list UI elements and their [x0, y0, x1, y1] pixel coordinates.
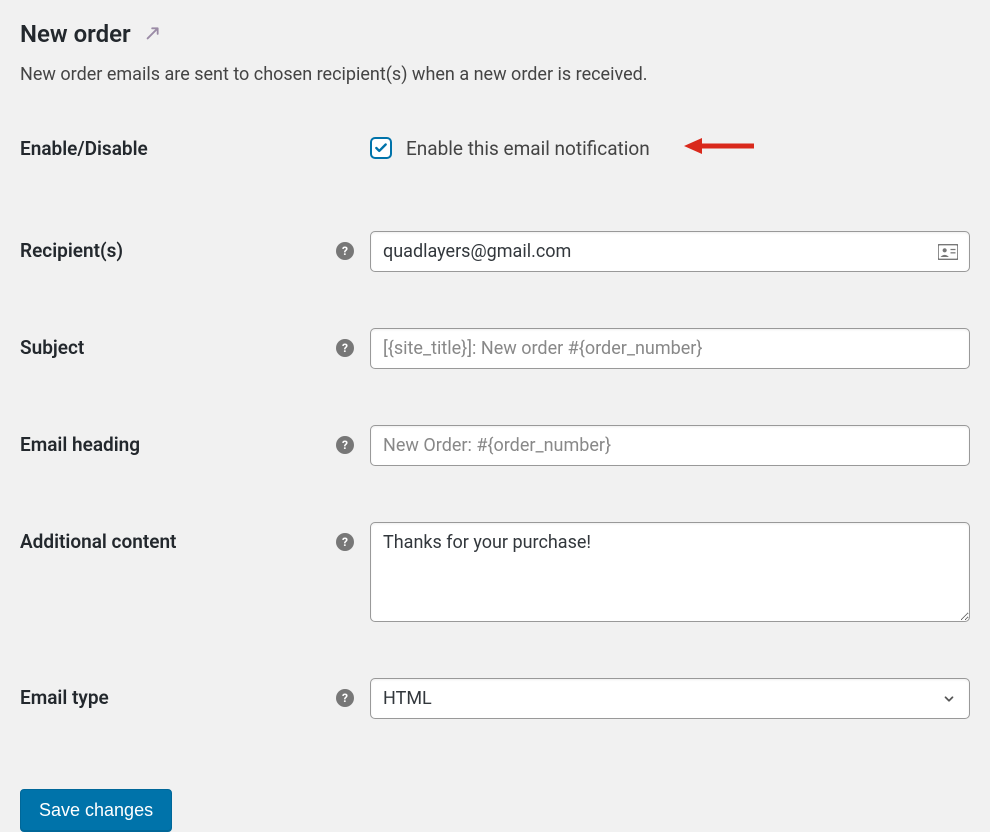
input-cell-additional-content [370, 522, 970, 622]
row-additional-content: Additional content ? [20, 522, 970, 622]
help-icon[interactable]: ? [336, 689, 354, 707]
label-cell-recipients: Recipient(s) ? [20, 231, 370, 262]
subject-input[interactable] [370, 328, 970, 369]
label-cell-enable: Enable/Disable [20, 137, 370, 160]
email-type-select[interactable]: HTML [370, 678, 970, 719]
label-cell-email-heading: Email heading ? [20, 425, 370, 456]
field-label-additional-content: Additional content [20, 530, 336, 553]
field-label-enable: Enable/Disable [20, 137, 370, 160]
title-row: New order [20, 20, 970, 48]
save-button[interactable]: Save changes [20, 789, 172, 832]
row-email-type: Email type ? HTML [20, 678, 970, 719]
field-label-email-type: Email type [20, 686, 336, 709]
row-enable: Enable/Disable Enable this email notific… [20, 135, 970, 161]
input-cell-email-type: HTML [370, 678, 970, 719]
label-cell-additional-content: Additional content ? [20, 522, 370, 553]
page-title: New order [20, 20, 131, 48]
label-cell-email-type: Email type ? [20, 678, 370, 709]
field-label-recipients: Recipient(s) [20, 239, 336, 262]
help-icon[interactable]: ? [336, 242, 354, 260]
label-cell-subject: Subject ? [20, 328, 370, 359]
row-email-heading: Email heading ? [20, 425, 970, 466]
enable-checkbox-wrapper: Enable this email notification [370, 137, 650, 160]
row-recipients: Recipient(s) ? [20, 231, 970, 272]
help-icon[interactable]: ? [336, 533, 354, 551]
row-subject: Subject ? [20, 328, 970, 369]
help-icon[interactable]: ? [336, 436, 354, 454]
recipients-input[interactable] [370, 231, 970, 272]
email-type-select-wrapper: HTML [370, 678, 970, 719]
settings-form: Enable/Disable Enable this email notific… [20, 135, 970, 719]
page-description: New order emails are sent to chosen reci… [20, 64, 970, 85]
back-icon[interactable] [143, 21, 165, 47]
input-cell-subject [370, 328, 970, 369]
input-cell-recipients [370, 231, 970, 272]
recipients-input-wrapper [370, 231, 970, 272]
annotation-arrow-icon [684, 135, 754, 161]
input-cell-enable: Enable this email notification [370, 135, 970, 161]
field-label-subject: Subject [20, 336, 336, 359]
help-icon[interactable]: ? [336, 339, 354, 357]
enable-checkbox[interactable] [370, 137, 392, 159]
email-heading-input[interactable] [370, 425, 970, 466]
input-cell-email-heading [370, 425, 970, 466]
field-label-email-heading: Email heading [20, 433, 336, 456]
additional-content-textarea[interactable] [370, 522, 970, 622]
page-header: New order New order emails are sent to c… [20, 20, 970, 85]
enable-checkbox-label: Enable this email notification [406, 137, 650, 160]
